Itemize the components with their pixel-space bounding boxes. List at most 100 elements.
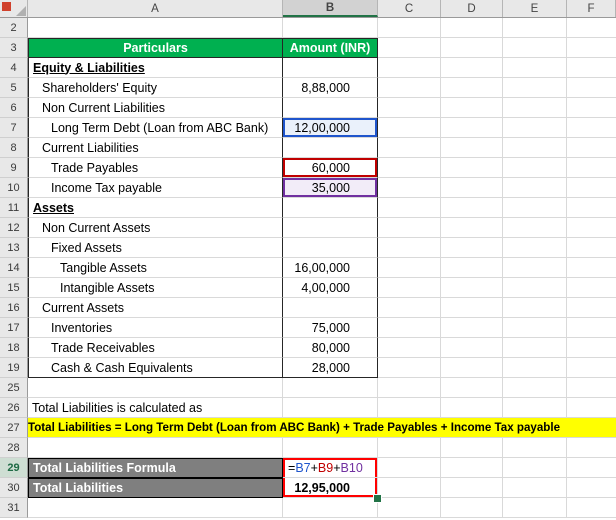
- cell-a11[interactable]: Assets: [28, 198, 283, 218]
- row-number-9[interactable]: 9: [0, 158, 28, 178]
- cell-a17[interactable]: Inventories: [28, 318, 283, 338]
- cell-b29-formula[interactable]: = B7 + B9 + B10: [283, 458, 378, 478]
- cell-a14[interactable]: Tangible Assets: [28, 258, 283, 278]
- empty-grid-cells[interactable]: [378, 298, 616, 318]
- cell-b9-referenced-red[interactable]: 60,000: [283, 158, 378, 178]
- row-number-28[interactable]: 28: [0, 438, 28, 458]
- empty-grid-cells[interactable]: [378, 378, 616, 398]
- cell-b10-referenced-purple[interactable]: 35,000: [283, 178, 378, 198]
- cell-a8[interactable]: Current Liabilities: [28, 138, 283, 158]
- empty-grid-cells[interactable]: [378, 318, 616, 338]
- empty-grid-cells[interactable]: [378, 258, 616, 278]
- cell-b16[interactable]: [283, 298, 378, 318]
- empty-grid-cells[interactable]: [378, 118, 616, 138]
- empty-grid-cells[interactable]: [378, 338, 616, 358]
- cell-a10[interactable]: Income Tax payable: [28, 178, 283, 198]
- empty-grid-cells[interactable]: [378, 58, 616, 78]
- fill-handle[interactable]: [373, 494, 382, 503]
- row-number-27[interactable]: 27: [0, 418, 28, 438]
- row-number-7[interactable]: 7: [0, 118, 28, 138]
- cell-b7-referenced-blue[interactable]: 12,00,000: [283, 118, 378, 138]
- cell-a15[interactable]: Intangible Assets: [28, 278, 283, 298]
- select-all-corner[interactable]: [0, 0, 28, 17]
- column-header-e[interactable]: E: [503, 0, 567, 17]
- row-number-12[interactable]: 12: [0, 218, 28, 238]
- empty-grid-cells[interactable]: [378, 278, 616, 298]
- column-header-d[interactable]: D: [441, 0, 503, 17]
- cell-a13[interactable]: Fixed Assets: [28, 238, 283, 258]
- cell-a28[interactable]: [28, 438, 283, 458]
- cell-b14[interactable]: 16,00,000: [283, 258, 378, 278]
- row-number-14[interactable]: 14: [0, 258, 28, 278]
- cell-b26[interactable]: [283, 398, 378, 418]
- cell-a18[interactable]: Trade Receivables: [28, 338, 283, 358]
- empty-grid-cells[interactable]: [378, 98, 616, 118]
- cell-b11[interactable]: [283, 198, 378, 218]
- row-number-30[interactable]: 30: [0, 478, 28, 498]
- cell-b25[interactable]: [283, 378, 378, 398]
- cell-b19[interactable]: 28,000: [283, 358, 378, 378]
- cell-a9[interactable]: Trade Payables: [28, 158, 283, 178]
- empty-grid-cells[interactable]: [378, 238, 616, 258]
- cell-a31[interactable]: [28, 498, 283, 518]
- cell-b5[interactable]: 8,88,000: [283, 78, 378, 98]
- cell-a5[interactable]: Shareholders' Equity: [28, 78, 283, 98]
- empty-grid-cells[interactable]: [378, 198, 616, 218]
- cell-b13[interactable]: [283, 238, 378, 258]
- empty-grid-cells[interactable]: [378, 158, 616, 178]
- cell-b6[interactable]: [283, 98, 378, 118]
- cell-b18[interactable]: 80,000: [283, 338, 378, 358]
- column-header-a[interactable]: A: [28, 0, 283, 17]
- empty-grid-cells[interactable]: [378, 178, 616, 198]
- table-header-particulars[interactable]: Particulars: [28, 38, 283, 58]
- cell-b8[interactable]: [283, 138, 378, 158]
- row-number-6[interactable]: 6: [0, 98, 28, 118]
- cell-b15[interactable]: 4,00,000: [283, 278, 378, 298]
- table-header-amount[interactable]: Amount (INR): [283, 38, 378, 58]
- cell-a19[interactable]: Cash & Cash Equivalents: [28, 358, 283, 378]
- row-number-3[interactable]: 3: [0, 38, 28, 58]
- row-number-16[interactable]: 16: [0, 298, 28, 318]
- empty-grid-cells[interactable]: [378, 498, 616, 518]
- cell-b2[interactable]: [283, 18, 378, 38]
- column-header-c[interactable]: C: [378, 0, 441, 17]
- cell-a12[interactable]: Non Current Assets: [28, 218, 283, 238]
- row-number-17[interactable]: 17: [0, 318, 28, 338]
- row-number-25[interactable]: 25: [0, 378, 28, 398]
- cell-b17[interactable]: 75,000: [283, 318, 378, 338]
- cell-b30-result[interactable]: 12,95,000: [283, 478, 378, 498]
- row-number-11[interactable]: 11: [0, 198, 28, 218]
- empty-grid-cells[interactable]: [378, 78, 616, 98]
- cell-a6[interactable]: Non Current Liabilities: [28, 98, 283, 118]
- column-header-f[interactable]: F: [567, 0, 616, 17]
- row-number-29[interactable]: 29: [0, 458, 28, 478]
- cell-a27-formula-definition[interactable]: Total Liabilities = Long Term Debt (Loan…: [28, 418, 616, 438]
- empty-grid-cells[interactable]: [378, 398, 616, 418]
- row-number-13[interactable]: 13: [0, 238, 28, 258]
- cell-a16[interactable]: Current Assets: [28, 298, 283, 318]
- empty-grid-cells[interactable]: [378, 218, 616, 238]
- cell-b28[interactable]: [283, 438, 378, 458]
- row-number-15[interactable]: 15: [0, 278, 28, 298]
- row-number-19[interactable]: 19: [0, 358, 28, 378]
- cell-a26-caption[interactable]: Total Liabilities is calculated as: [28, 398, 283, 418]
- row-number-8[interactable]: 8: [0, 138, 28, 158]
- empty-grid-cells[interactable]: [378, 138, 616, 158]
- cell-a25[interactable]: [28, 378, 283, 398]
- empty-grid-cells[interactable]: [378, 18, 616, 38]
- column-header-b[interactable]: B: [283, 0, 378, 17]
- cell-b12[interactable]: [283, 218, 378, 238]
- empty-grid-cells[interactable]: [378, 478, 616, 498]
- cell-a4[interactable]: Equity & Liabilities: [28, 58, 283, 78]
- row-number-4[interactable]: 4: [0, 58, 28, 78]
- row-number-31[interactable]: 31: [0, 498, 28, 518]
- empty-grid-cells[interactable]: [378, 358, 616, 378]
- cell-b31[interactable]: [283, 498, 378, 518]
- cell-a30-label[interactable]: Total Liabilities: [28, 478, 283, 498]
- cell-a29-label[interactable]: Total Liabilities Formula: [28, 458, 283, 478]
- cell-a7[interactable]: Long Term Debt (Loan from ABC Bank): [28, 118, 283, 138]
- empty-grid-cells[interactable]: [378, 458, 616, 478]
- empty-grid-cells[interactable]: [378, 38, 616, 58]
- row-number-10[interactable]: 10: [0, 178, 28, 198]
- row-number-2[interactable]: 2: [0, 18, 28, 38]
